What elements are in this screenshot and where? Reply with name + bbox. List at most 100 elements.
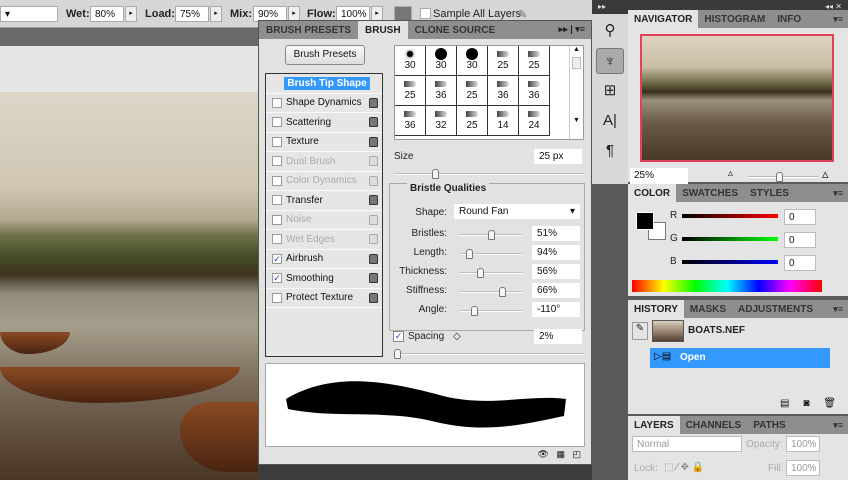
option-checkbox[interactable]	[272, 214, 282, 225]
tab-histogram[interactable]: HISTOGRAM	[698, 10, 771, 28]
tab-color[interactable]: COLOR	[628, 184, 677, 202]
brush-option-dual-brush[interactable]: Dual Brush	[266, 152, 382, 172]
brush-tip[interactable]: 14	[488, 106, 519, 136]
paragraph-icon[interactable]: ¶	[596, 138, 624, 164]
spacing-checkbox[interactable]: ✓	[393, 331, 404, 342]
history-state-open[interactable]: Open	[650, 348, 830, 368]
brush-option-smoothing[interactable]: ✓ Smoothing	[266, 269, 382, 289]
brush-option-color-dynamics[interactable]: Color Dynamics	[266, 172, 382, 191]
brush-option-brush-tip-shape[interactable]: Brush Tip Shape	[266, 74, 382, 94]
snapshot-label[interactable]: BOATS.NEF	[688, 325, 745, 336]
tab-paths[interactable]: PATHS	[747, 416, 791, 434]
brush-tip[interactable]: 25	[457, 76, 488, 106]
tab-brush-presets[interactable]: BRUSH PRESETS	[259, 21, 358, 39]
navigator-thumbnail[interactable]	[640, 34, 834, 162]
option-checkbox[interactable]: ✓	[272, 253, 282, 264]
wet-input[interactable]: 80%	[90, 6, 124, 22]
brush-tip[interactable]: 36	[488, 76, 519, 106]
option-checkbox[interactable]	[272, 117, 282, 128]
option-checkbox[interactable]	[272, 234, 282, 245]
wet-stepper[interactable]: ▸	[125, 6, 137, 22]
load-input[interactable]: 75%	[175, 6, 209, 22]
brush-option-airbrush[interactable]: ✓ Airbrush	[266, 250, 382, 269]
lock-icon[interactable]	[369, 273, 378, 283]
brush-tip[interactable]: 36	[519, 76, 550, 106]
lock-icon[interactable]	[369, 195, 378, 205]
option-checkbox[interactable]	[272, 97, 282, 108]
tab-layers[interactable]: LAYERS	[628, 416, 680, 434]
brush-tip[interactable]: 30	[457, 46, 488, 76]
bristle-param-slider[interactable]	[460, 287, 522, 297]
lock-icon[interactable]	[369, 234, 378, 244]
foreground-color-swatch[interactable]	[636, 212, 654, 230]
brush-option-transfer[interactable]: Transfer	[266, 191, 382, 211]
tab-masks[interactable]: MASKS	[684, 300, 732, 318]
brush-preset-dropdown[interactable]: ▾	[0, 6, 58, 22]
tab-navigator[interactable]: NAVIGATOR	[628, 10, 699, 28]
brush-presets-button[interactable]: Brush Presets	[285, 45, 365, 65]
tab-brush[interactable]: BRUSH	[358, 21, 408, 39]
lock-icon[interactable]	[369, 136, 378, 147]
blend-mode-dropdown[interactable]: Normal	[632, 436, 742, 452]
brush-tip[interactable]: 25	[519, 46, 550, 76]
tab-swatches[interactable]: SWATCHES	[676, 184, 744, 202]
clone-source-icon[interactable]: ⊞	[596, 78, 624, 104]
red-input[interactable]: 0	[784, 209, 816, 225]
blue-slider[interactable]	[682, 260, 778, 264]
brush-tip[interactable]: 25	[395, 76, 426, 106]
brush-option-protect-texture[interactable]: Protect Texture	[266, 289, 382, 308]
brush-tip[interactable]: 36	[426, 76, 457, 106]
option-checkbox[interactable]	[272, 136, 282, 147]
sample-all-layers-checkbox[interactable]	[420, 8, 431, 19]
bristle-param-input[interactable]: 66%	[532, 283, 580, 298]
character-icon[interactable]: A|	[596, 108, 624, 134]
delete-icon[interactable]: 🗑	[823, 398, 836, 409]
brush-option-noise[interactable]: Noise	[266, 211, 382, 230]
panel-menu-icon[interactable]: ▾≡	[833, 188, 843, 199]
zoom-in-icon[interactable]: ▵	[822, 166, 829, 182]
tab-history[interactable]: HISTORY	[628, 300, 684, 318]
panel-menu-icon[interactable]: ▾≡	[833, 304, 843, 315]
brush-tip[interactable]: 30	[426, 46, 457, 76]
zoom-out-icon[interactable]: ▵	[728, 168, 733, 179]
lock-icon[interactable]	[369, 117, 378, 127]
new-snapshot-icon[interactable]: ◙	[803, 398, 809, 409]
lock-icon[interactable]	[369, 97, 378, 108]
brush-tip[interactable]: 24	[519, 106, 550, 136]
new-document-from-state-icon[interactable]: ▤	[780, 398, 789, 409]
green-input[interactable]: 0	[784, 232, 816, 248]
new-preset-icon[interactable]: ◰	[572, 449, 581, 459]
brush-tip[interactable]: 30	[395, 46, 426, 76]
zoom-input[interactable]: 25%	[630, 168, 688, 184]
option-checkbox[interactable]	[272, 156, 282, 167]
brush-panel-icon[interactable]: ⚲	[596, 18, 624, 44]
spacing-slider[interactable]	[394, 349, 584, 359]
green-slider[interactable]	[682, 237, 778, 241]
tab-clone-source[interactable]: CLONE SOURCE	[408, 21, 503, 39]
brush-tip[interactable]: 25	[457, 106, 488, 136]
tab-adjustments[interactable]: ADJUSTMENTS	[732, 300, 819, 318]
panel-menu-icon[interactable]: ▸▸ | ▾≡	[559, 24, 585, 35]
lock-icon[interactable]	[369, 253, 378, 264]
bristle-param-input[interactable]: -110°	[532, 302, 580, 317]
create-new-brush-icon[interactable]: ▦	[556, 449, 565, 459]
bristle-param-slider[interactable]	[460, 306, 522, 316]
lock-icon[interactable]	[369, 292, 378, 303]
lock-icon[interactable]	[369, 175, 378, 186]
history-brush-source-icon[interactable]: ✎	[632, 322, 648, 340]
size-input[interactable]: 25 px	[534, 149, 582, 164]
brush-tip[interactable]: 36	[395, 106, 426, 136]
tab-styles[interactable]: STYLES	[744, 184, 795, 202]
bristle-param-slider[interactable]	[460, 268, 522, 278]
bristle-param-input[interactable]: 51%	[532, 226, 580, 241]
blue-input[interactable]: 0	[784, 255, 816, 271]
panel-menu-icon[interactable]: ▾≡	[833, 420, 843, 431]
brush-tip[interactable]: 25	[488, 46, 519, 76]
lock-icons[interactable]: ⬚ ⁄ ✥ 🔒	[664, 462, 704, 473]
fill-input[interactable]: 100%	[786, 460, 820, 476]
bristle-param-input[interactable]: 56%	[532, 264, 580, 279]
tab-channels[interactable]: CHANNELS	[680, 416, 748, 434]
option-checkbox[interactable]: ✓	[272, 273, 282, 284]
option-checkbox[interactable]	[272, 195, 282, 206]
bristle-param-input[interactable]: 94%	[532, 245, 580, 260]
